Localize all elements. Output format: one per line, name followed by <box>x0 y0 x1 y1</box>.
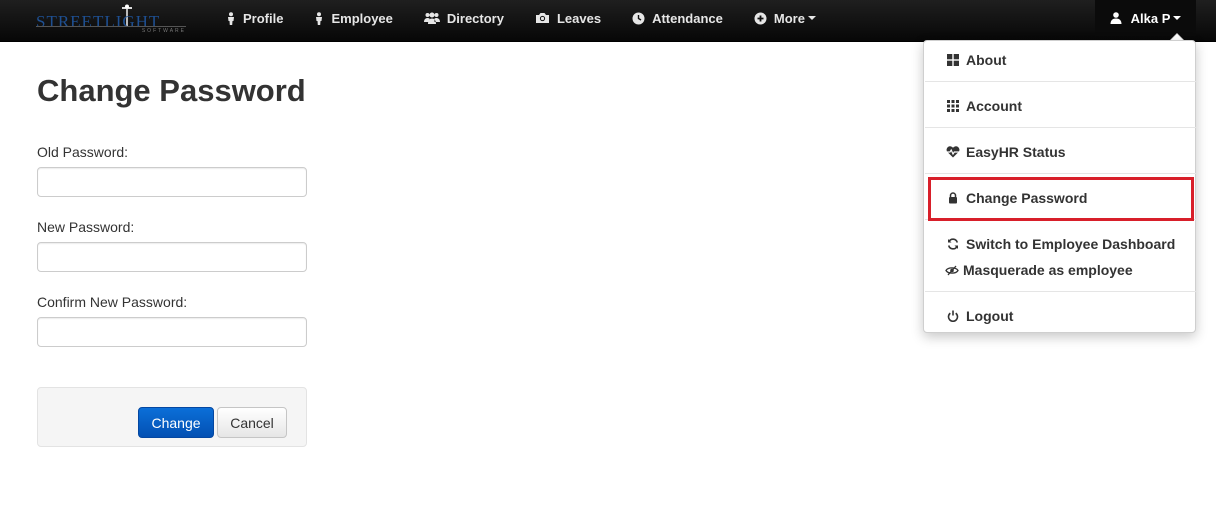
confirm-password-input[interactable] <box>37 317 307 347</box>
menu-item-label: Switch to Employee Dashboard <box>966 236 1176 252</box>
form-actions: Change Cancel <box>37 387 307 447</box>
nav-label: Leaves <box>556 10 602 26</box>
confirm-password-label: Confirm New Password: <box>37 294 188 310</box>
nav-item-directory[interactable]: Directory <box>423 0 504 36</box>
menu-divider <box>925 127 1196 128</box>
caret-down-icon <box>1173 16 1182 20</box>
nav-item-profile[interactable]: Profile <box>226 0 283 36</box>
menu-item-logout[interactable]: Logout <box>924 303 1195 329</box>
menu-item-label: EasyHR Status <box>966 144 1066 160</box>
menu-item-label: Logout <box>966 308 1014 324</box>
user-name: Alka P <box>1130 10 1171 26</box>
new-password-input[interactable] <box>37 242 307 272</box>
menu-item-label: Account <box>966 98 1022 114</box>
nav-label: More <box>773 10 805 26</box>
nav-item-more[interactable]: More <box>754 0 816 36</box>
menu-divider <box>925 173 1196 174</box>
plus-circle-icon <box>754 12 767 25</box>
main-nav: Profile Employee Directory Leaves Attend… <box>226 0 847 42</box>
brand-logo[interactable]: STREETLIGHT SOFTWARE <box>36 4 188 36</box>
menu-divider <box>925 81 1196 82</box>
users-icon <box>423 12 440 24</box>
eye-slash-icon <box>945 265 959 276</box>
nav-label: Employee <box>331 10 393 26</box>
person-icon <box>314 11 324 25</box>
old-password-label: Old Password: <box>37 144 129 160</box>
menu-item-switch-dashboard[interactable]: Switch to Employee Dashboard <box>924 231 1195 257</box>
menu-item-account[interactable]: Account <box>924 93 1195 119</box>
clock-icon <box>632 12 645 25</box>
menu-item-about[interactable]: About <box>924 47 1195 73</box>
nav-item-employee[interactable]: Employee <box>314 0 393 36</box>
menu-divider <box>925 291 1196 292</box>
nav-label: Directory <box>446 10 504 26</box>
logo-rule <box>36 26 186 27</box>
camera-icon <box>535 12 550 24</box>
change-button[interactable]: Change <box>138 407 214 438</box>
menu-item-easyhr-status[interactable]: EasyHR Status <box>924 139 1195 165</box>
user-icon <box>1110 12 1122 24</box>
nav-label: Profile <box>243 10 284 26</box>
heartbeat-icon <box>946 146 960 158</box>
user-menu-toggle[interactable]: Alka P <box>1095 0 1196 36</box>
nav-item-attendance[interactable]: Attendance <box>632 0 723 36</box>
nav-label: Attendance <box>652 10 723 26</box>
grid-icon <box>946 54 960 66</box>
power-icon <box>946 310 960 322</box>
new-password-label: New Password: <box>37 219 135 235</box>
menu-item-masquerade[interactable]: Masquerade as employee <box>924 257 1195 283</box>
refresh-icon <box>946 238 960 250</box>
highlight-box <box>928 177 1194 221</box>
caret-down-icon <box>807 16 816 20</box>
old-password-input[interactable] <box>37 167 307 197</box>
menu-item-label: About <box>966 52 1007 68</box>
logo-subtitle: SOFTWARE <box>141 28 186 34</box>
top-navbar: STREETLIGHT SOFTWARE Profile Employee Di… <box>0 0 1216 42</box>
cancel-button[interactable]: Cancel <box>217 407 287 438</box>
nav-item-leaves[interactable]: Leaves <box>535 0 601 36</box>
page-title: Change Password <box>37 73 306 108</box>
menu-item-label: Masquerade as employee <box>963 262 1133 278</box>
person-icon <box>226 11 236 25</box>
grid-dots-icon <box>946 100 960 112</box>
